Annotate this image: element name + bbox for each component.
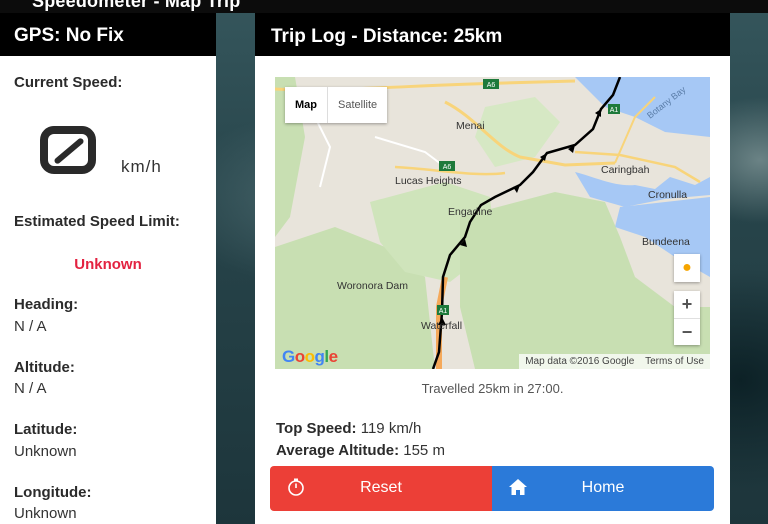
label-menai: Menai xyxy=(456,120,485,132)
map-attribution: Map data ©2016 Google Terms of Use xyxy=(519,354,710,369)
map-type-control[interactable]: Map Satellite xyxy=(285,87,388,123)
speed-limit-label: Estimated Speed Limit: xyxy=(14,213,180,230)
trip-log-panel: Trip Log - Distance: 25km A6 A6 A1 A1 Me… xyxy=(255,13,730,524)
top-bar: Speedometer - Map Trip xyxy=(0,0,768,13)
pegman-icon[interactable]: ● xyxy=(674,254,700,282)
google-logo: Google xyxy=(282,347,338,366)
map-type-map-button[interactable]: Map xyxy=(285,87,328,123)
zoom-in-button[interactable]: + xyxy=(674,291,700,319)
avg-altitude-stat: Average Altitude: 155 m xyxy=(276,442,445,459)
a1-shield-2: A1 xyxy=(439,308,448,315)
label-lucas-heights: Lucas Heights xyxy=(395,175,462,187)
speed-unit: km/h xyxy=(121,157,162,176)
label-caringbah: Caringbah xyxy=(601,164,650,176)
zoom-out-button[interactable]: − xyxy=(674,319,700,346)
home-label: Home xyxy=(581,479,625,496)
a6-shield-1: A6 xyxy=(487,82,496,89)
altitude-value: N / A xyxy=(14,380,47,397)
avg-altitude-value: 155 m xyxy=(403,442,445,459)
avg-altitude-label: Average Altitude: xyxy=(276,442,400,459)
speed-limit-value: Unknown xyxy=(74,256,142,273)
trip-map[interactable]: A6 A6 A1 A1 Menai Caringbah Cronulla Luc… xyxy=(275,77,710,369)
top-speed-stat: Top Speed: 119 km/h xyxy=(276,420,421,437)
gps-status-header: GPS: No Fix xyxy=(0,13,216,56)
zoom-control[interactable]: + − xyxy=(674,291,700,345)
label-bundeena: Bundeena xyxy=(642,236,690,248)
longitude-label: Longitude: xyxy=(14,484,92,501)
terms-of-use-link[interactable]: Terms of Use xyxy=(645,356,704,367)
map-type-satellite-button[interactable]: Satellite xyxy=(328,87,387,123)
trip-log-header: Trip Log - Distance: 25km xyxy=(255,13,730,56)
altitude-label: Altitude: xyxy=(14,359,75,376)
gps-panel: GPS: No Fix Current Speed: km/h Estimate… xyxy=(0,13,216,524)
longitude-value: Unknown xyxy=(14,505,77,522)
a6-shield-2: A6 xyxy=(443,164,452,171)
a1-shield-1: A1 xyxy=(610,107,619,114)
reset-button[interactable]: Reset xyxy=(270,466,492,511)
map-data-text: Map data ©2016 Google xyxy=(525,356,635,367)
top-speed-label: Top Speed: xyxy=(276,420,357,437)
label-woronora-dam: Woronora Dam xyxy=(337,280,408,292)
latitude-label: Latitude: xyxy=(14,421,78,438)
top-title: Speedometer - Map Trip xyxy=(32,0,241,11)
label-cronulla: Cronulla xyxy=(648,189,687,201)
home-button[interactable]: Home xyxy=(492,466,714,511)
top-speed-value: 119 km/h xyxy=(360,420,422,437)
label-waterfall: Waterfall xyxy=(421,320,462,332)
heading-label: Heading: xyxy=(14,296,79,313)
reset-label: Reset xyxy=(360,479,402,496)
latitude-value: Unknown xyxy=(14,443,77,460)
travelled-summary: Travelled 25km in 27:00. xyxy=(421,381,564,396)
heading-value: N / A xyxy=(14,318,47,335)
speedometer-icon xyxy=(40,126,96,174)
current-speed-label: Current Speed: xyxy=(14,74,123,91)
label-engadine: Engadine xyxy=(448,206,493,218)
